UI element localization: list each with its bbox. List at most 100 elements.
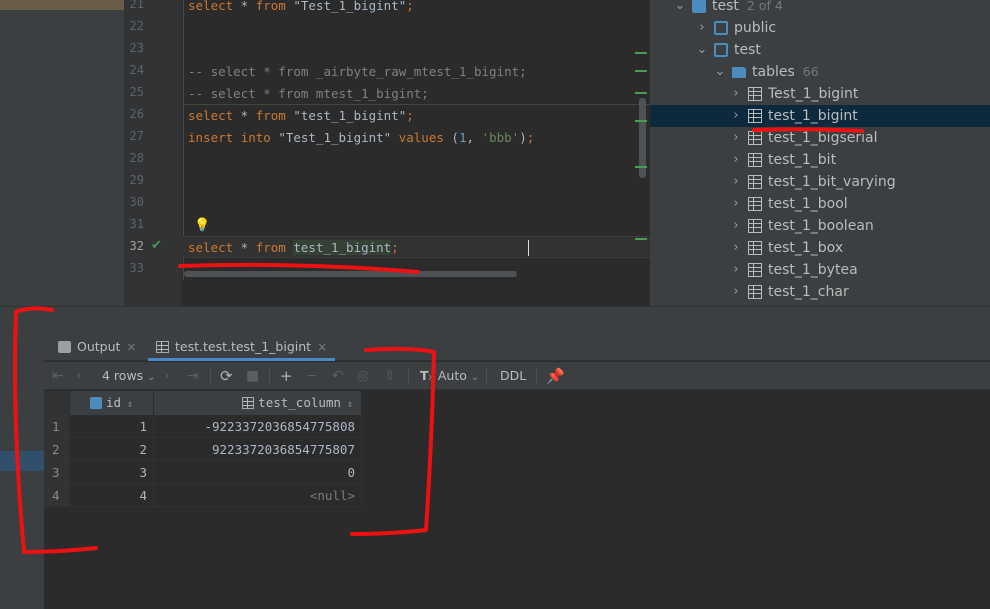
tree-item[interactable]: › test_1_bigint <box>650 105 990 127</box>
column-header-test-column[interactable]: test_column ⇕ <box>154 391 362 415</box>
last-page-icon[interactable]: ⇥ <box>187 362 199 390</box>
code-line[interactable]: -- select * from _airbyte_raw_mtest_1_bi… <box>188 61 527 83</box>
pin-icon[interactable]: 📌 <box>546 362 565 390</box>
delete-row-icon[interactable]: − <box>306 362 318 390</box>
code-token: "Test_1_bigint" <box>270 130 399 145</box>
marker-stripe[interactable] <box>635 238 647 240</box>
cell-test-column[interactable]: 0 <box>154 461 362 484</box>
marker-stripe[interactable] <box>635 120 647 122</box>
line-number[interactable]: 32 ✔ <box>124 237 182 259</box>
row-number[interactable]: 3 <box>44 461 70 484</box>
cell-test-column[interactable]: 9223372036854775807 <box>154 438 362 461</box>
marker-stripe[interactable] <box>635 166 647 168</box>
chevron-down-icon[interactable]: ⌄ <box>714 61 726 83</box>
tab-result-table[interactable]: test.test.test_1_bigint × <box>148 332 336 361</box>
editor-horizontal-scrollbar[interactable] <box>184 271 517 277</box>
line-number[interactable]: 30 <box>124 193 182 215</box>
tree-item[interactable]: › test_1_bool <box>650 193 990 215</box>
rows-count-dropdown[interactable]: 4 rows ⌄ <box>102 362 156 390</box>
row-number[interactable]: 4 <box>44 484 70 507</box>
column-header-id[interactable]: id ⇕ <box>70 391 154 415</box>
close-icon[interactable]: × <box>126 340 136 354</box>
tree-item[interactable]: ⌄ tables 66 <box>650 61 990 83</box>
line-number-text: 32 <box>129 239 144 253</box>
chevron-right-icon[interactable]: › <box>730 149 742 171</box>
line-number[interactable]: 21 <box>124 0 182 17</box>
chevron-right-icon[interactable]: › <box>730 171 742 193</box>
code-token: 'bbb' <box>481 130 520 145</box>
tab-output[interactable]: Output × <box>58 332 136 361</box>
marker-stripe[interactable] <box>635 70 647 72</box>
cell-id[interactable]: 3 <box>70 461 154 484</box>
refresh-icon[interactable]: ⟳ <box>220 362 233 390</box>
transaction-mode-dropdown[interactable]: Tx Auto ⌄ <box>420 362 479 390</box>
tree-item[interactable]: › test_1_box <box>650 237 990 259</box>
cell-test-column[interactable]: <null> <box>154 484 362 507</box>
previous-page-icon[interactable]: ‹ <box>76 362 82 390</box>
add-row-icon[interactable]: + <box>280 362 293 390</box>
check-icon: ✔ <box>151 238 162 253</box>
code-line[interactable]: -- select * from mtest_1_bigint; <box>188 83 429 105</box>
next-page-icon[interactable]: › <box>164 362 170 390</box>
chevron-right-icon[interactable]: › <box>730 193 742 215</box>
line-number-text: 23 <box>129 41 144 55</box>
sql-editor[interactable]: 21 22 23 24 25 26 27 28 29 30 31 32 ✔ 33 select * fro… <box>124 0 650 306</box>
chevron-right-icon[interactable]: › <box>696 17 708 39</box>
row-number[interactable]: 1 <box>44 415 70 438</box>
stop-icon[interactable]: ■ <box>246 362 259 390</box>
code-line[interactable]: select * from "Test_1_bigint"; <box>188 0 414 17</box>
tree-item[interactable]: ⌄ test <box>650 39 990 61</box>
preview-pending-icon[interactable]: ◎ <box>357 362 369 390</box>
chevron-right-icon[interactable]: › <box>730 237 742 259</box>
database-explorer-tree[interactable]: ⌄ test 2 of 4 › public ⌄ test ⌄ tables 66 › Test_1_… <box>650 0 990 306</box>
first-page-icon[interactable]: ⇤ <box>52 362 64 390</box>
code-line[interactable]: select * from "test_1_bigint"; <box>188 105 414 127</box>
chevron-right-icon[interactable]: › <box>730 281 742 303</box>
line-number[interactable]: 26 <box>124 105 182 127</box>
cell-test-column[interactable]: -9223372036854775808 <box>154 415 362 438</box>
column-icon <box>242 397 255 409</box>
cell-id[interactable]: 4 <box>70 484 154 507</box>
tree-item[interactable]: ⌄ test 2 of 4 <box>650 0 990 17</box>
chevron-right-icon[interactable]: › <box>730 127 742 149</box>
tree-item[interactable]: › test_1_bigserial <box>650 127 990 149</box>
intention-bulb-icon[interactable]: 💡 <box>194 218 210 233</box>
tree-item[interactable]: › test_1_bytea <box>650 259 990 281</box>
tree-item[interactable]: › test_1_bit_varying <box>650 171 990 193</box>
chevron-down-icon[interactable]: ⌄ <box>696 39 708 61</box>
sort-icon[interactable]: ⇕ <box>347 399 353 410</box>
tree-item[interactable]: › test_1_bit <box>650 149 990 171</box>
row-number[interactable]: 2 <box>44 438 70 461</box>
panel-divider[interactable] <box>0 306 990 332</box>
tree-item[interactable]: › public <box>650 17 990 39</box>
submit-icon[interactable]: ⇧ <box>384 362 396 390</box>
cell-id[interactable]: 2 <box>70 438 154 461</box>
marker-stripe[interactable] <box>635 52 647 54</box>
chevron-down-icon[interactable]: ⌄ <box>674 0 686 17</box>
line-number[interactable]: 29 <box>124 171 182 193</box>
revert-icon[interactable]: ↶ <box>332 362 344 390</box>
line-number[interactable]: 25 <box>124 83 182 105</box>
code-line[interactable]: select * from test_1_bigint; <box>188 237 399 259</box>
line-number[interactable]: 27 <box>124 127 182 149</box>
tree-item[interactable]: › Test_1_bigint <box>650 83 990 105</box>
tree-item[interactable]: › test_1_boolean <box>650 215 990 237</box>
code-line[interactable]: insert into "Test_1_bigint" values (1, '… <box>188 127 534 149</box>
close-icon[interactable]: × <box>317 340 327 354</box>
chevron-right-icon[interactable]: › <box>730 83 742 105</box>
tree-item[interactable]: › test_1_char <box>650 281 990 303</box>
chevron-right-icon[interactable]: › <box>730 105 742 127</box>
line-number[interactable]: 22 <box>124 17 182 39</box>
cell-id[interactable]: 1 <box>70 415 154 438</box>
code-token: from <box>255 240 286 255</box>
line-number[interactable]: 31 <box>124 215 182 237</box>
chevron-right-icon[interactable]: › <box>730 259 742 281</box>
line-number[interactable]: 23 <box>124 39 182 61</box>
marker-stripe[interactable] <box>635 92 647 94</box>
line-number[interactable]: 33 <box>124 259 182 281</box>
chevron-right-icon[interactable]: › <box>730 215 742 237</box>
line-number[interactable]: 24 <box>124 61 182 83</box>
sort-icon[interactable]: ⇕ <box>127 399 133 410</box>
line-number[interactable]: 28 <box>124 149 182 171</box>
ddl-button[interactable]: DDL <box>500 362 526 390</box>
